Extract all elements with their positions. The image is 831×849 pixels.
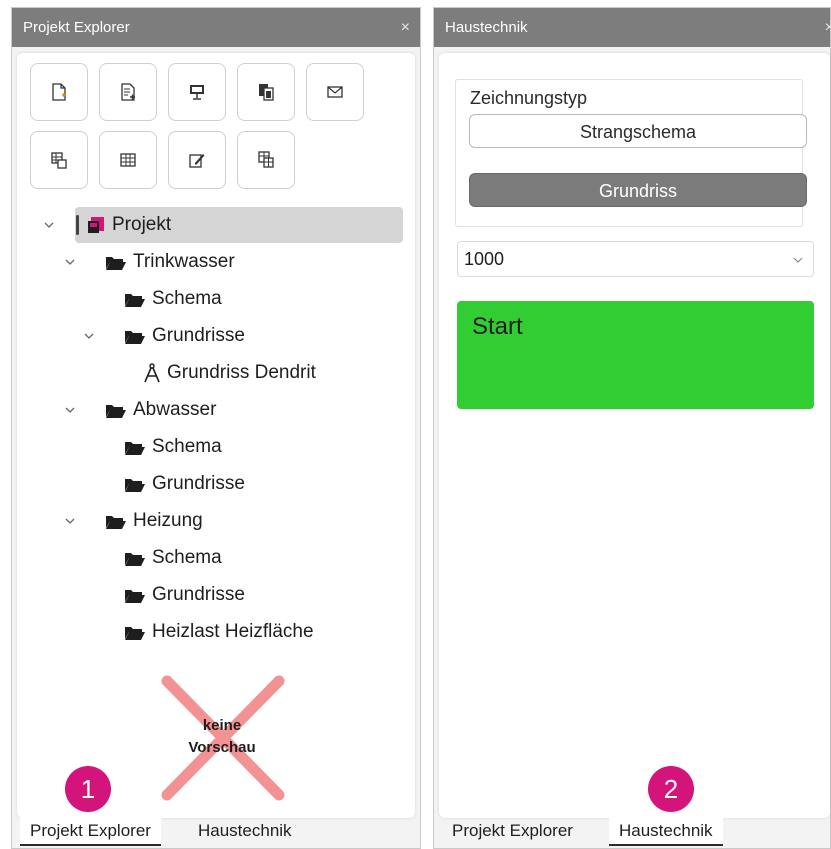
folder-open-icon <box>125 589 145 603</box>
bottom-tab-bar: Projekt Explorer Haustechnik <box>12 816 420 848</box>
mail-button[interactable] <box>306 63 364 121</box>
copy-document-icon <box>259 84 274 101</box>
start-label: Start <box>472 313 523 340</box>
tree-item-trinkwasser[interactable]: Trinkwasser <box>105 244 235 280</box>
explorer-content: Projekt Trinkwasser Schema Grundrisse Gr… <box>17 53 415 818</box>
grid-icon <box>120 153 136 167</box>
tree-item-grundriss-dendrit[interactable]: Grundriss Dendrit <box>143 355 316 391</box>
presentation-button[interactable] <box>168 63 226 121</box>
grid-button[interactable] <box>99 131 157 189</box>
preview-text-line1: keine <box>202 717 242 734</box>
folder-open-icon <box>125 552 145 566</box>
folder-open-icon <box>125 330 145 344</box>
folder-open-icon <box>125 441 145 455</box>
new-document-button[interactable] <box>30 63 88 121</box>
tab-haustechnik[interactable]: Haustechnik <box>188 816 302 846</box>
bottom-tab-bar: Projekt Explorer Haustechnik <box>434 816 830 848</box>
tree-item-label: Heizung <box>133 510 203 531</box>
no-preview-cross-icon <box>161 675 285 801</box>
folder-open-icon <box>125 478 145 492</box>
tree-item-label: Grundrisse <box>152 325 245 346</box>
presentation-icon <box>190 85 204 100</box>
panel-title-bar: Projekt Explorer × <box>12 8 420 47</box>
chevron-down-icon[interactable] <box>64 392 76 428</box>
start-button[interactable]: Start <box>457 301 814 409</box>
tree-item-label: Schema <box>152 288 222 309</box>
tree-item-heizung[interactable]: Heizung <box>105 503 203 539</box>
document-add-icon <box>121 83 135 101</box>
selection-indicator <box>76 215 79 235</box>
tree-item-grundrisse[interactable]: Grundrisse <box>124 318 245 354</box>
tab-projekt-explorer[interactable]: Projekt Explorer <box>20 816 161 846</box>
table-stack-icon <box>258 151 274 168</box>
projekt-explorer-panel: Projekt Explorer × Projekt Trinkwasser S… <box>11 7 421 849</box>
group-title: Zeichnungstyp <box>470 88 588 108</box>
tree-item-label: Schema <box>152 436 222 457</box>
chevron-down-icon[interactable] <box>83 318 95 354</box>
folder-open-icon <box>125 293 145 307</box>
chevron-down-icon[interactable] <box>43 207 55 243</box>
edit-button[interactable] <box>168 131 226 189</box>
folder-open-icon <box>125 626 145 640</box>
grundriss-button[interactable]: Grundriss <box>469 173 807 207</box>
compass-icon <box>144 363 160 383</box>
tree-item-grundrisse[interactable]: Grundrisse <box>124 577 245 613</box>
table-document-icon <box>51 152 67 169</box>
tree-item-label: Grundrisse <box>152 473 245 494</box>
tree-item-projekt[interactable]: Projekt <box>86 207 171 243</box>
panel-title: Projekt Explorer <box>23 19 130 36</box>
copy-document-button[interactable] <box>237 63 295 121</box>
callout-badge-2: 2 <box>648 766 694 812</box>
haustechnik-panel: Haustechnik × Zeichnungstyp Strangschema… <box>433 7 831 849</box>
preview-placeholder: keine Vorschau <box>157 673 287 803</box>
folder-open-icon <box>106 256 126 270</box>
strangschema-button[interactable]: Strangschema <box>469 114 807 148</box>
tree-item-label: Grundriss Dendrit <box>167 362 316 383</box>
chevron-down-icon[interactable] <box>64 244 76 280</box>
tree-item-label: Grundrisse <box>152 584 245 605</box>
table-document-button[interactable] <box>30 131 88 189</box>
table-stack-button[interactable] <box>237 131 295 189</box>
panel-title-bar: Haustechnik × <box>434 8 831 47</box>
chevron-down-icon <box>793 242 803 276</box>
edit-icon <box>189 154 205 168</box>
tree-item-label: Projekt <box>112 214 172 235</box>
tree-item-label: Heizlast Heizfläche <box>152 621 314 642</box>
chevron-down-icon[interactable] <box>64 503 76 539</box>
project-icon <box>88 217 104 233</box>
tab-projekt-explorer[interactable]: Projekt Explorer <box>442 816 583 846</box>
scale-value: 1000 <box>464 249 505 269</box>
tree-item-label: Abwasser <box>133 399 217 420</box>
mail-icon <box>327 86 343 98</box>
tree-item-label: Trinkwasser <box>133 251 235 272</box>
scale-select[interactable]: 1000 <box>457 241 814 277</box>
tree-item-heizlast-heizflaeche[interactable]: Heizlast Heizfläche <box>124 614 314 650</box>
folder-open-icon <box>106 404 126 418</box>
tree-item-label: Schema <box>152 547 222 568</box>
folder-open-icon <box>106 515 126 529</box>
tab-haustechnik[interactable]: Haustechnik <box>609 816 723 846</box>
tree-item-schema[interactable]: Schema <box>124 540 222 576</box>
tree-item-schema[interactable]: Schema <box>124 281 222 317</box>
close-icon[interactable]: × <box>401 8 410 47</box>
panel-title: Haustechnik <box>445 19 528 36</box>
preview-text-line2: Vorschau <box>188 739 256 756</box>
close-icon[interactable]: × <box>825 8 831 47</box>
add-page-button[interactable] <box>99 63 157 121</box>
tree-item-schema[interactable]: Schema <box>124 429 222 465</box>
tree-item-abwasser[interactable]: Abwasser <box>105 392 216 428</box>
haustechnik-content: Zeichnungstyp Strangschema Grundriss 100… <box>439 53 830 818</box>
new-document-icon <box>52 83 66 101</box>
tree-item-grundrisse[interactable]: Grundrisse <box>124 466 245 502</box>
callout-badge-1: 1 <box>65 766 111 812</box>
zeichnungstyp-group: Zeichnungstyp Strangschema Grundriss <box>455 79 807 227</box>
